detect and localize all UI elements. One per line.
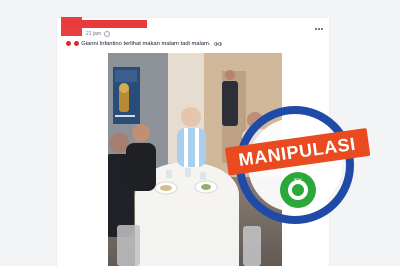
manipulation-stamp: FX MANIPULASI [225, 106, 371, 224]
social-post-screen: 21 jam Gianni Infantino terlihat makan m… [0, 0, 400, 266]
stamp-logo: FX [280, 172, 316, 208]
stamp-logo-text: FX [294, 179, 302, 185]
